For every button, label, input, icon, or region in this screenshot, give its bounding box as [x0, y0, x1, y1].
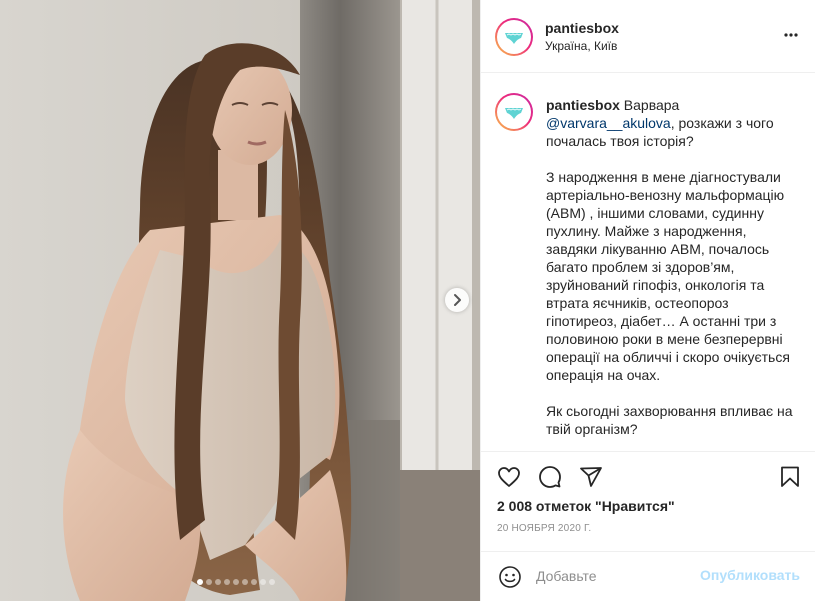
carousel-dot: [260, 579, 266, 585]
caption-avatar[interactable]: [495, 93, 533, 131]
comment-bar: Опубликовать: [481, 551, 815, 601]
comment-icon: [539, 466, 561, 488]
carousel-dot: [251, 579, 257, 585]
carousel-dot: [224, 579, 230, 585]
share-button[interactable]: [579, 465, 603, 489]
carousel-dot: [206, 579, 212, 585]
post-photo[interactable]: [0, 0, 480, 601]
save-button[interactable]: [778, 465, 802, 489]
caption-mention-link[interactable]: @varvara__akulova: [546, 115, 671, 131]
bookmark-icon: [781, 466, 799, 487]
more-horizontal-icon[interactable]: [783, 31, 799, 39]
heart-icon: [498, 467, 520, 487]
carousel-dot: [233, 579, 239, 585]
carousel-indicator: [197, 579, 275, 585]
post-header: pantiesbox Україна, Київ: [481, 0, 815, 73]
like-button[interactable]: [497, 465, 521, 489]
carousel-dot: [215, 579, 221, 585]
carousel-dot: [197, 579, 203, 585]
carousel-dot: [242, 579, 248, 585]
post-image: [0, 0, 480, 601]
caption-greeting: Варвара: [623, 97, 680, 113]
likes-count[interactable]: 2 008 отметок "Нравится": [497, 498, 675, 514]
caption-author-username[interactable]: pantiesbox: [546, 97, 620, 113]
post-author-username[interactable]: pantiesbox: [545, 20, 619, 36]
pantiesbox-logo-icon: [500, 98, 528, 126]
post-caption: pantiesbox Варвара @varvara__akulova, ро…: [546, 96, 801, 438]
caption-section: pantiesbox Варвара @varvara__akulova, ро…: [481, 73, 815, 451]
publish-button[interactable]: Опубликовать: [700, 567, 800, 583]
post-sidebar: pantiesbox Україна, Київ pantiesbox Варв…: [480, 0, 815, 601]
post-date[interactable]: 20 НОЯБРЯ 2020 Г.: [497, 523, 591, 534]
caption-question-2: Як сьогодні захворювання впливає на твій…: [546, 403, 793, 437]
pantiesbox-logo-icon: [500, 23, 528, 51]
next-slide-button[interactable]: [445, 288, 469, 312]
post-actions: 2 008 отметок "Нравится" 20 НОЯБРЯ 2020 …: [481, 451, 815, 601]
avatar[interactable]: [495, 18, 533, 56]
chevron-right-icon: [454, 294, 461, 306]
caption-answer: З народження в мене діагностували артері…: [546, 169, 790, 383]
emoji-icon[interactable]: [498, 565, 522, 589]
carousel-dot: [269, 579, 275, 585]
comment-button[interactable]: [538, 465, 562, 489]
post-location[interactable]: Україна, Київ: [545, 39, 617, 53]
share-icon: [580, 467, 602, 487]
